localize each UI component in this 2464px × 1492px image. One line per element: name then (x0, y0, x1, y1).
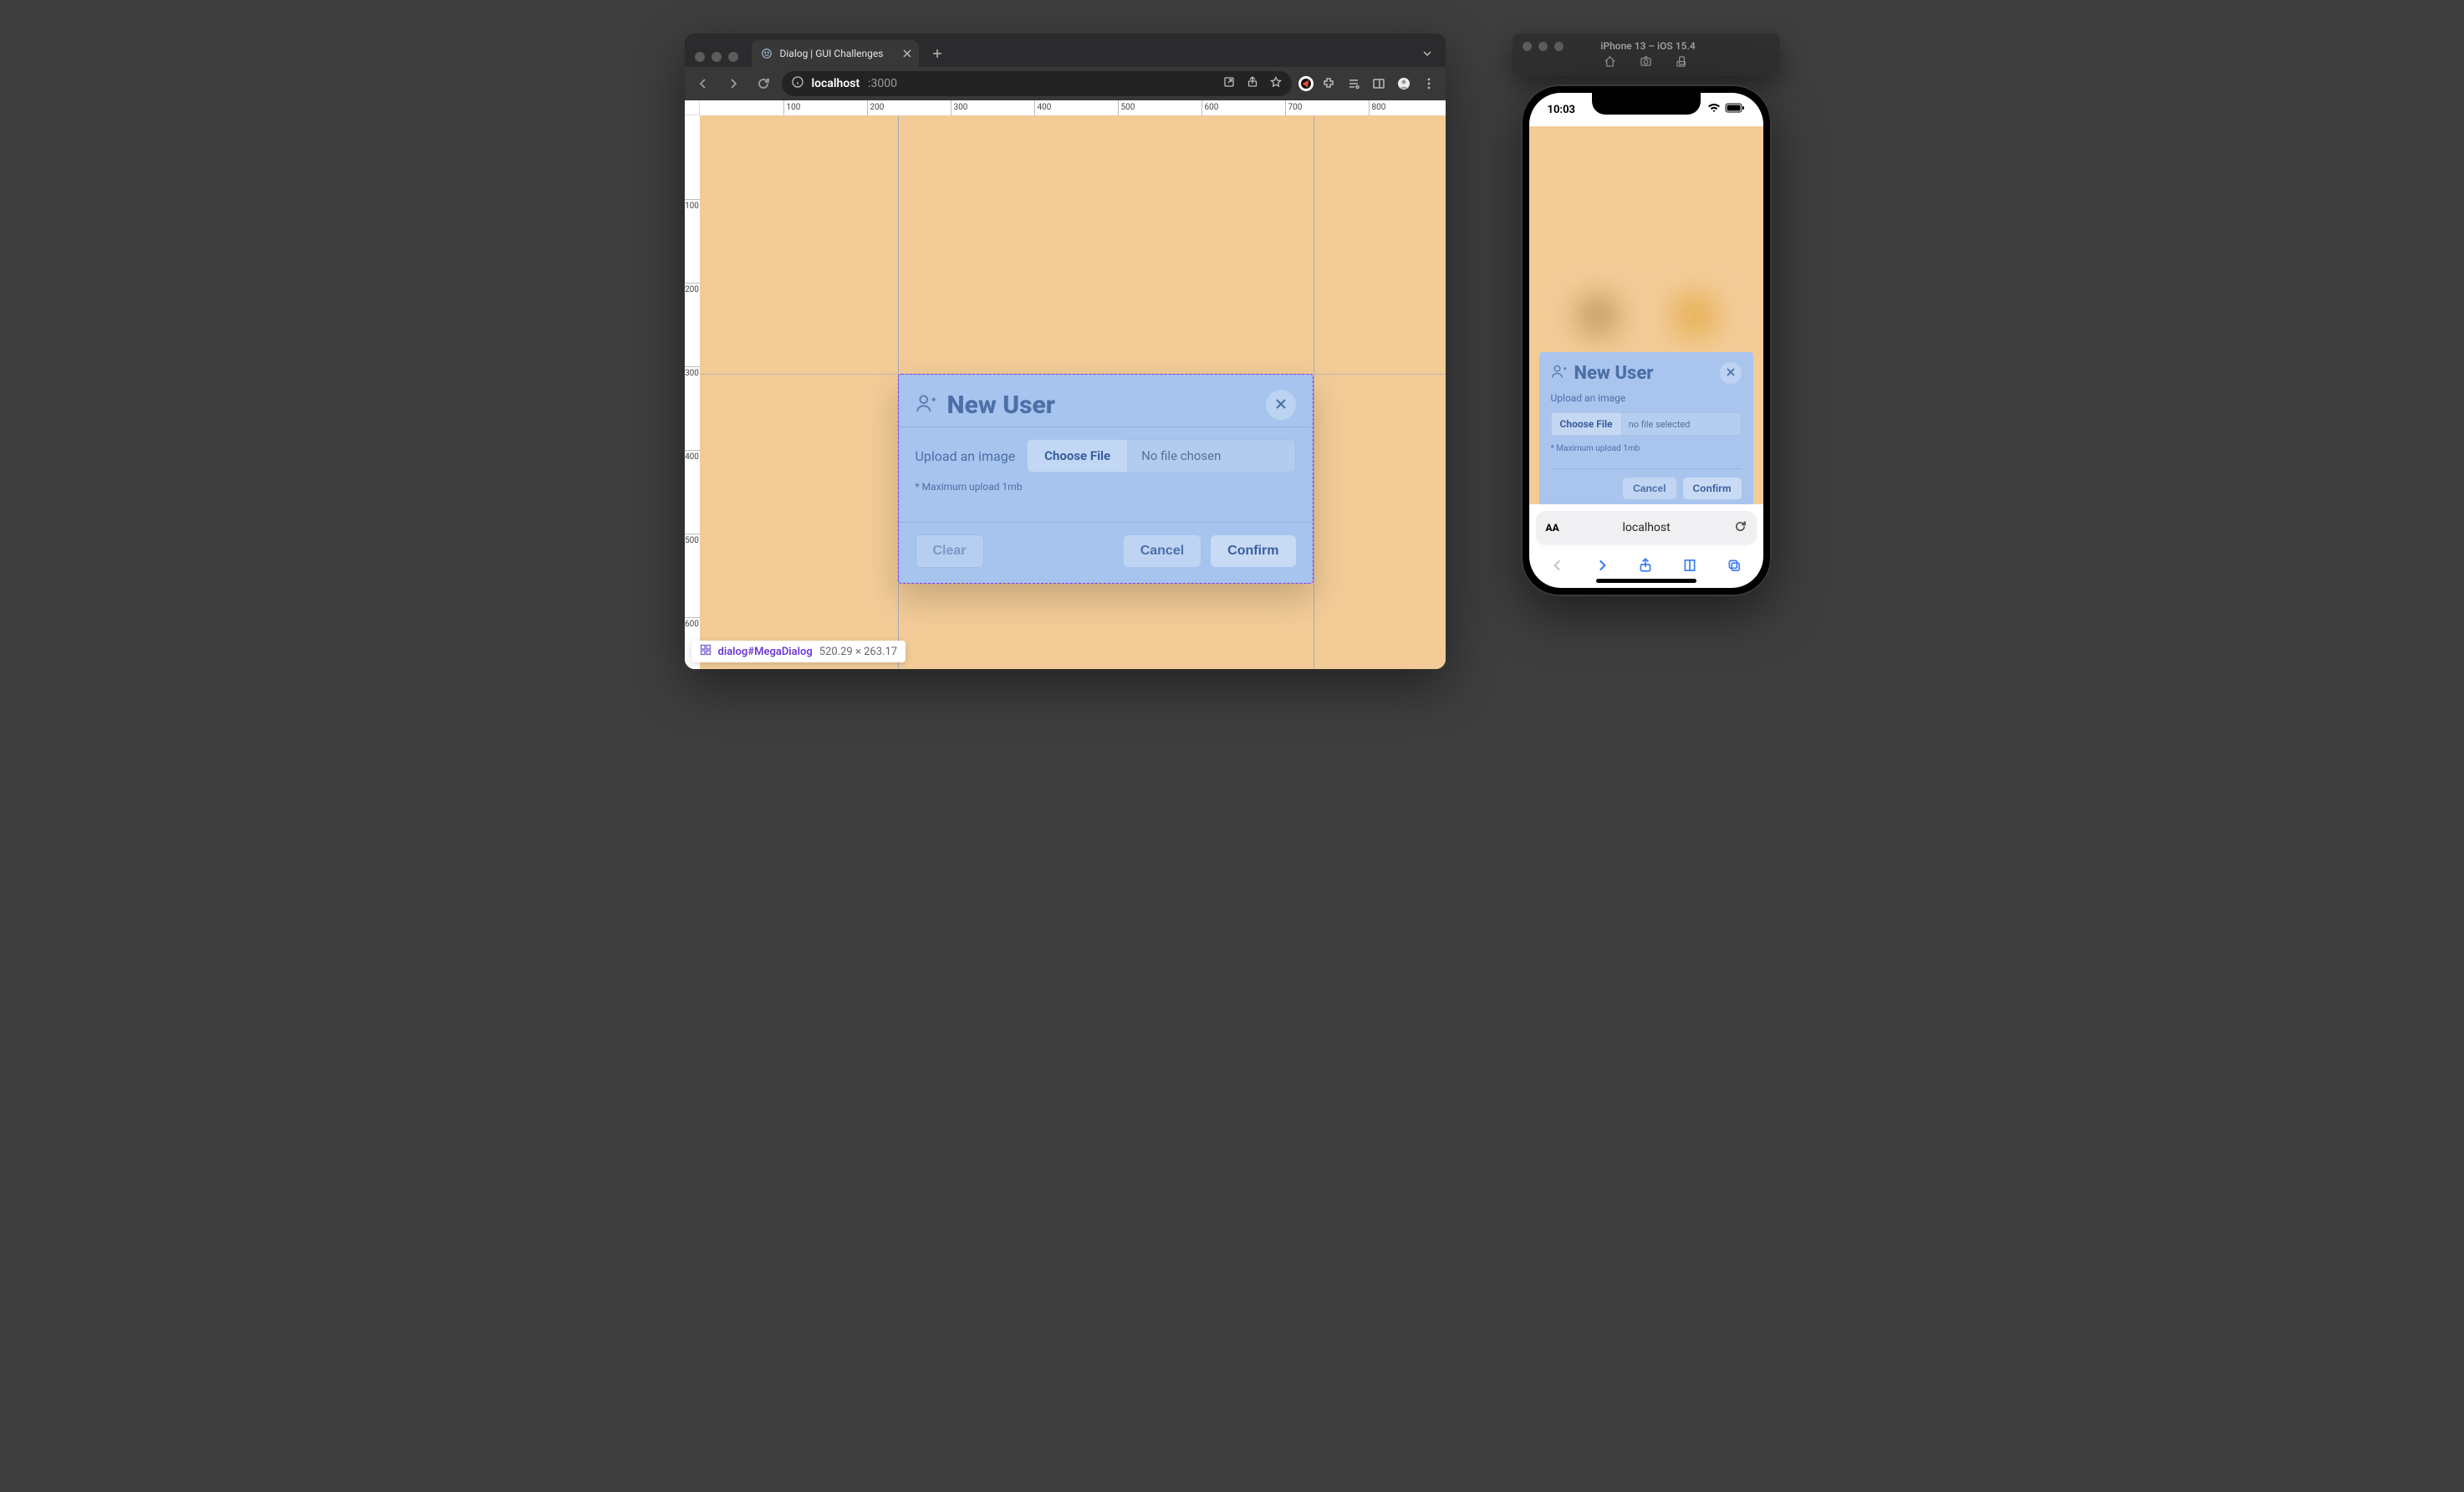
extension-compass-icon[interactable] (1298, 76, 1314, 91)
phone-screen: 10:03 New User (1529, 93, 1763, 588)
home-icon[interactable] (1604, 55, 1616, 71)
forward-icon[interactable] (1594, 558, 1610, 576)
omnibox-port: :3000 (868, 77, 897, 90)
window-close-icon[interactable] (695, 52, 705, 62)
bookmark-icon[interactable] (1270, 76, 1282, 91)
screenshot-icon[interactable] (1640, 55, 1652, 71)
confirm-button[interactable]: Confirm (1211, 535, 1295, 567)
add-user-icon (916, 392, 937, 417)
simulator-toolbar (1523, 55, 1770, 71)
status-icons (1707, 103, 1745, 116)
clear-button[interactable]: Clear (916, 534, 984, 568)
phone-frame: 10:03 New User (1521, 84, 1772, 596)
rotate-icon[interactable] (1676, 55, 1688, 71)
tab-favicon-icon (760, 47, 773, 60)
mega-dialog-mobile: New User Upload an image Choose File no … (1539, 352, 1753, 504)
tab-close-icon[interactable] (900, 47, 914, 60)
confirm-button[interactable]: Confirm (1683, 478, 1742, 499)
safari-url: localhost (1568, 521, 1726, 534)
ruler-horizontal (700, 100, 1446, 115)
mega-dialog: New User Upload an image Choose File No … (899, 375, 1313, 583)
upload-hint: * Maximum upload 1mb (1551, 444, 1742, 453)
ruler-vertical: 100200300400500600 (685, 115, 700, 669)
devtools-selector: dialog#MegaDialog (718, 646, 813, 658)
home-indicator[interactable] (1596, 579, 1696, 583)
dialog-footer: Clear Cancel Confirm (899, 522, 1313, 583)
file-status-text: no file selected (1622, 412, 1742, 436)
reload-icon[interactable] (1734, 520, 1747, 536)
window-minimize-icon[interactable] (712, 52, 722, 62)
simulator-window: iPhone 13 – iOS 15.4 10:03 (1513, 33, 1780, 596)
cancel-button[interactable]: Cancel (1623, 478, 1676, 499)
dialog-title: New User (1574, 363, 1654, 384)
phone-page: New User Upload an image Choose File no … (1529, 126, 1763, 504)
wifi-icon (1707, 103, 1721, 116)
viewport: 100200300400500600 New User (685, 100, 1446, 669)
page-canvas: New User Upload an image Choose File No … (685, 100, 1446, 669)
dialog-header: New User (899, 375, 1313, 427)
devtools-dimensions: 520.29 × 263.17 (819, 646, 897, 658)
side-panel-icon[interactable] (1369, 74, 1389, 94)
window-close-icon[interactable] (1523, 42, 1532, 51)
forward-icon[interactable] (722, 72, 745, 95)
chrome-toolbar: localhost :3000 (685, 67, 1446, 100)
tab-title: Dialog | GUI Challenges (780, 48, 884, 59)
upload-label: Upload an image (1551, 392, 1742, 404)
back-icon[interactable] (1550, 558, 1565, 576)
tabs-icon[interactable] (1727, 558, 1742, 576)
grid-icon (700, 644, 712, 659)
file-status-text: No file chosen (1128, 439, 1295, 473)
omnibox-host: localhost (812, 77, 860, 90)
chrome-window: Dialog | GUI Challenges localhost :3000 (685, 33, 1446, 669)
simulator-titlebar: iPhone 13 – iOS 15.4 (1513, 33, 1780, 76)
safari-url-bar[interactable]: AA localhost (1536, 511, 1757, 544)
simulator-title: iPhone 13 – iOS 15.4 (1570, 40, 1727, 52)
dialog-body: Upload an image Choose File No file chos… (899, 427, 1313, 498)
window-controls (691, 52, 745, 67)
dialog-close-button[interactable] (1720, 362, 1742, 384)
file-input[interactable]: Choose File no file selected (1551, 412, 1742, 436)
add-user-icon (1551, 363, 1568, 383)
omnibox[interactable]: localhost :3000 (782, 71, 1292, 96)
media-icon[interactable] (1344, 74, 1364, 94)
battery-icon (1725, 103, 1745, 116)
new-tab-button[interactable] (926, 42, 949, 65)
dialog-header: New User (1551, 362, 1742, 384)
toolbar-actions (1298, 74, 1439, 94)
devtools-element-pill: dialog#MegaDialog 520.29 × 263.17 (691, 641, 906, 662)
dialog-close-button[interactable] (1266, 390, 1296, 420)
choose-file-button[interactable]: Choose File (1027, 439, 1128, 473)
status-time: 10:03 (1548, 104, 1576, 116)
bookmarks-icon[interactable] (1682, 558, 1697, 576)
share-icon[interactable] (1638, 558, 1653, 576)
cancel-button[interactable]: Cancel (1124, 535, 1201, 567)
upload-label: Upload an image (916, 448, 1016, 464)
devtools-highlight: New User Upload an image Choose File No … (898, 374, 1314, 584)
window-minimize-icon[interactable] (1538, 42, 1548, 51)
file-input[interactable]: Choose File No file chosen (1027, 439, 1295, 473)
upload-hint: * Maximum upload 1mb (916, 481, 1296, 493)
window-zoom-icon[interactable] (728, 52, 738, 62)
browser-tab[interactable]: Dialog | GUI Challenges (752, 40, 919, 67)
choose-file-button[interactable]: Choose File (1551, 412, 1622, 436)
dialog-footer: Cancel Confirm (1551, 468, 1742, 499)
ruler-corner (685, 100, 700, 115)
kebab-menu-icon[interactable] (1419, 74, 1439, 94)
reader-aa-icon[interactable]: AA (1546, 522, 1559, 534)
window-zoom-icon[interactable] (1554, 42, 1564, 51)
close-icon (1275, 396, 1287, 414)
tabs-menu-icon[interactable] (1416, 42, 1439, 65)
share-icon[interactable] (1247, 76, 1258, 91)
dialog-title: New User (947, 391, 1055, 420)
back-icon[interactable] (691, 72, 715, 95)
notch (1592, 93, 1701, 115)
chrome-tabstrip: Dialog | GUI Challenges (685, 33, 1446, 67)
open-external-icon[interactable] (1223, 76, 1235, 91)
close-icon (1727, 366, 1735, 380)
profile-avatar-icon[interactable] (1394, 74, 1414, 94)
upload-row: Upload an image Choose File No file chos… (916, 439, 1296, 473)
site-info-icon[interactable] (792, 76, 803, 91)
extensions-icon[interactable] (1319, 74, 1339, 94)
reload-icon[interactable] (752, 72, 775, 95)
